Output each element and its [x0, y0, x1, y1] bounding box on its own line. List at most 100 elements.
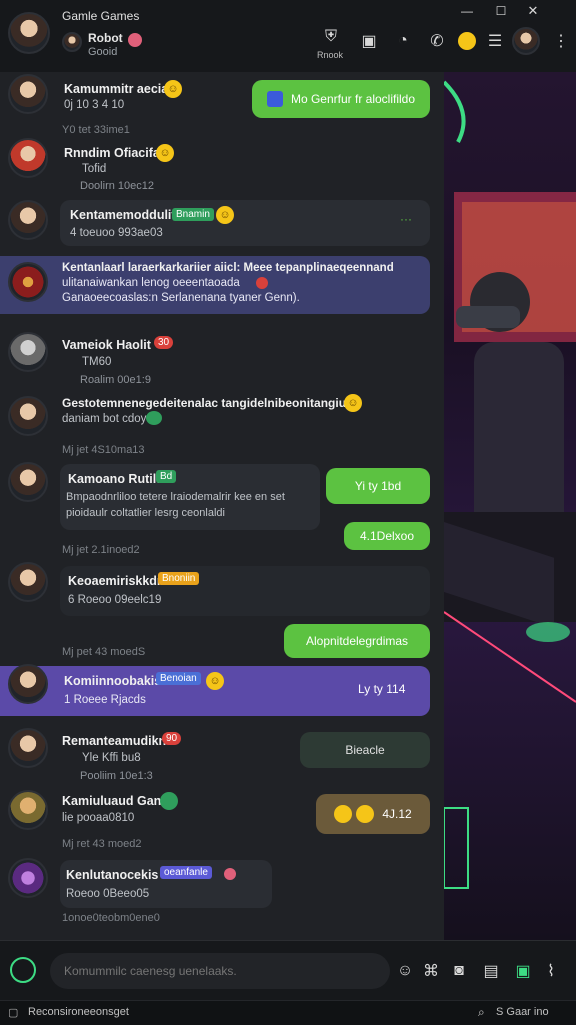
avatar[interactable] — [8, 332, 48, 372]
message-card[interactable]: Keoaemiriskkdn Bnoniin 6 Roeoo 09eelc19 — [60, 566, 430, 616]
status-bar: ▢ Reconsironeeonsget ⌕ S Gaar ino — [0, 1000, 576, 1025]
status-badge: Bnamin — [172, 208, 214, 221]
emoji-icon — [160, 792, 178, 810]
list-item[interactable]: Remanteamudikn 90 Yle Kffi bu8 Pooliim 1… — [0, 726, 444, 786]
status-badge: Benoian — [156, 672, 201, 685]
window-title: Gamle Games — [62, 9, 140, 23]
message-meta: TM60 — [82, 356, 112, 368]
avatar[interactable] — [8, 728, 48, 768]
status-text-right: S Gaar ino — [496, 1006, 549, 1018]
app-icon — [266, 91, 283, 107]
shield-label: Rnook — [317, 50, 344, 60]
message-meta: Yle Kffi bu8 — [82, 752, 141, 764]
status-badge: oeanfanle — [160, 866, 212, 879]
emoji-icon[interactable] — [456, 30, 478, 52]
heart-icon — [256, 277, 268, 289]
gamer-illustration — [444, 72, 576, 940]
date-separator: 1onoe0teobm0ene0 — [62, 912, 160, 924]
close-icon[interactable]: ✕ — [522, 0, 544, 22]
message-meta: 0j 10 3 4 10 — [64, 99, 125, 111]
status-badge: 90 — [162, 732, 182, 745]
avatar[interactable] — [8, 200, 48, 240]
message-input[interactable] — [50, 953, 390, 989]
message-card[interactable]: Kamoano Rutilat Bd Bmpaodnrliloo tetere … — [60, 464, 320, 530]
minimize-icon[interactable]: — — [456, 0, 478, 22]
list-item[interactable]: Vameiok Haolit 30 TM60 Roalim 00e1:9 — [0, 330, 444, 390]
pie-icon[interactable]: ◔ — [392, 30, 414, 52]
user-avatar[interactable] — [8, 12, 50, 54]
list-item[interactable]: Kamummitr aeciaih ☺ 0j 10 3 4 10 Mo Genr… — [0, 72, 444, 122]
phone-icon[interactable]: ✆ — [426, 30, 448, 52]
message-meta: 1 Roeee Rjacds — [64, 694, 146, 706]
gamer-image — [444, 80, 576, 889]
message-card[interactable]: Kentamemoddulitan Bnamin ☺ 4 toeuoo 993a… — [60, 200, 430, 246]
app-icon[interactable] — [10, 957, 36, 983]
message-bubble[interactable]: 4J.12 — [316, 794, 430, 834]
avatar[interactable] — [8, 74, 48, 114]
avatar[interactable] — [8, 138, 48, 178]
list-item[interactable]: Kamiuluaud Gante lie pooaa0810 4J.12 — [0, 788, 444, 838]
settings-icon[interactable]: ☰ — [484, 30, 506, 52]
message-meta: 4 toeuoo 993ae03 — [70, 227, 163, 239]
profile-avatar[interactable] — [62, 32, 82, 52]
maximize-icon[interactable]: ☐ — [490, 0, 512, 22]
avatar[interactable] — [8, 562, 48, 602]
message-bubble[interactable]: 4.1Delxoo — [344, 522, 430, 550]
avatar[interactable] — [8, 462, 48, 502]
emoji-icon — [356, 805, 375, 823]
sender-name: Gestotemnenegedeitenalac tangidelnibeoni… — [62, 396, 354, 410]
avatar[interactable] — [8, 396, 48, 436]
sticker-icon[interactable]: ▣ — [512, 960, 534, 982]
search-icon[interactable]: ⌕ — [478, 1005, 485, 1020]
camera-icon[interactable]: ◙ — [448, 960, 470, 982]
microphone-icon[interactable]: ⌇ — [540, 960, 562, 982]
shield-icon[interactable]: ⛨ — [320, 26, 342, 48]
date-separator: Mj jet 2.1inoed2 — [62, 544, 140, 556]
sender-name: Kamoano Rutilat — [68, 472, 168, 486]
message-card[interactable]: Kentanlaarl laraerkarkariier aiicl: Meee… — [0, 256, 430, 314]
message-card[interactable]: Kenlutanocekis oeanfanle Roeoo 0Beeo05 — [60, 860, 272, 908]
sender-name: Kamummitr aeciaih — [64, 82, 180, 96]
status-badge: Bd — [156, 470, 177, 483]
emoji-icon — [334, 805, 353, 823]
message-line: ulitanaiwankan lenog oeeentaoada — [62, 277, 240, 289]
status-badge: Bnoniin — [158, 572, 200, 585]
heart-icon[interactable] — [128, 33, 142, 47]
avatar[interactable] — [8, 664, 48, 704]
more-icon[interactable]: ⋮ — [550, 30, 572, 52]
list-item[interactable]: Rnndim Ofiacifa ☺ Tofid Doolirn 10ec12 — [0, 136, 444, 194]
avatar[interactable] — [8, 790, 48, 830]
emoji-icon: ☺ — [206, 672, 224, 690]
timestamp: Pooliim 10e1:3 — [80, 770, 153, 782]
bubble-text: 4J.12 — [382, 807, 412, 821]
message-bubble[interactable]: Alopnitdelegrdimas — [284, 624, 430, 658]
emoji-icon: ☺ — [344, 394, 362, 412]
avatar[interactable] — [8, 858, 48, 898]
message-line: pioidaulr coltatlier lesrg ceonlaldi — [66, 507, 225, 519]
more-icon[interactable]: ··· — [400, 212, 412, 226]
bubble-text: Mo Genrfur fr aloclifildo — [290, 92, 416, 106]
timestamp: Roalim 00e1:9 — [80, 374, 151, 386]
list-item[interactable]: Gestotemnenegedeitenalac tangidelnibeoni… — [0, 394, 444, 444]
bubble-text: Yi ty 1bd — [354, 479, 402, 493]
status-icon: ▢ — [8, 1007, 19, 1019]
message-bubble[interactable]: Yi ty 1bd — [326, 468, 430, 504]
avatar[interactable] — [8, 262, 48, 302]
message-bubble[interactable]: Mo Genrfur fr aloclifildo — [252, 80, 430, 118]
chat-list[interactable]: Kamummitr aeciaih ☺ 0j 10 3 4 10 Mo Genr… — [0, 72, 444, 940]
date-separator: Mj jet 4S10ma13 — [62, 444, 145, 456]
message-bubble[interactable]: Bieacle — [300, 732, 430, 768]
profile-sub: Gooid — [88, 46, 118, 58]
message-meta: Tofid — [82, 163, 107, 175]
sender-name: Vameiok Haolit — [62, 338, 151, 352]
message-card[interactable]: Komiinnoobakis Benoian ☺ 1 Roeee Rjacds … — [0, 666, 430, 716]
file-icon[interactable]: ▤ — [480, 960, 502, 982]
sender-name: Komiinnoobakis — [64, 674, 162, 688]
header-avatar[interactable] — [512, 27, 540, 55]
attach-icon[interactable]: ⌘ — [420, 960, 442, 982]
sender-name: Kamiuluaud Gante — [62, 794, 173, 808]
sender-name: Kenlutanocekis — [66, 868, 159, 882]
emoji-icon[interactable]: ☺ — [394, 960, 416, 982]
tag-icon[interactable]: ▣ — [358, 30, 380, 52]
message-line: daniam bot cdoy — [62, 413, 147, 425]
